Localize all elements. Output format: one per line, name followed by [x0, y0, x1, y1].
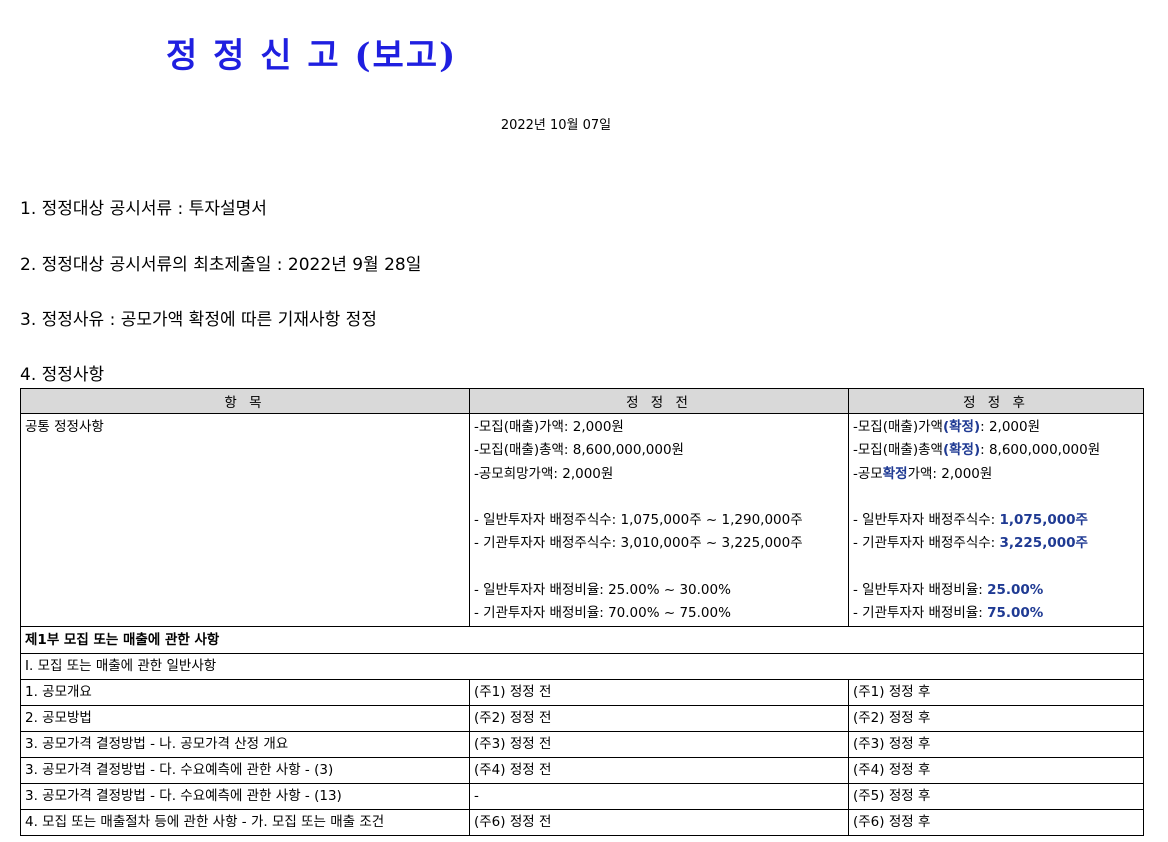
common-before-cell: -모집(매출)가액: 2,000원 -모집(매출)총액: 8,600,000,0…: [469, 413, 849, 627]
row-after: (주2) 정정 후: [848, 704, 1144, 732]
after-line: -모집(매출)가액(확정): 2,000원: [853, 419, 1041, 435]
item-revision-details: 4. 정정사항: [20, 365, 105, 385]
table-row: 3. 공모가격 결정방법 - 다. 수요예측에 관한 사항 - (13) - (…: [20, 782, 1144, 810]
report-date: 2022년 10월 07일: [500, 118, 612, 133]
row-item: 2. 공모방법: [20, 704, 470, 732]
after-line: - 일반투자자 배정비율: 25.00%: [853, 582, 1044, 599]
common-revision-row: 공통 정정사항 -모집(매출)가액: 2,000원 -모집(매출)총액: 8,6…: [20, 413, 1144, 627]
before-line: -모집(매출)가액: 2,000원: [474, 419, 624, 435]
row-before: -: [469, 782, 849, 810]
common-after-cell: -모집(매출)가액(확정): 2,000원 -모집(매출)총액(확정): 8,6…: [848, 413, 1144, 627]
before-line: -모집(매출)총액: 8,600,000,000원: [474, 442, 684, 459]
row-before: (주3) 정정 전: [469, 730, 849, 758]
before-line: - 기관투자자 배정주식수: 3,010,000주 ~ 3,225,000주: [474, 535, 803, 552]
section-row: 제1부 모집 또는 매출에 관한 사항: [20, 625, 1144, 654]
header-before: 정 정 전: [469, 388, 849, 414]
subsection-title: I. 모집 또는 매출에 관한 일반사항: [20, 652, 1144, 680]
after-line: -공모확정가액: 2,000원: [853, 465, 993, 482]
row-after: (주1) 정정 후: [848, 678, 1144, 706]
item-revision-reason: 3. 정정사유 : 공모가액 확정에 따른 기재사항 정정: [20, 310, 377, 330]
before-line: - 일반투자자 배정주식수: 1,075,000주 ~ 1,290,000주: [474, 512, 803, 529]
row-item: 3. 공모가격 결정방법 - 나. 공모가격 산정 개요: [20, 730, 470, 758]
row-after: (주4) 정정 후: [848, 756, 1144, 784]
before-line: - 일반투자자 배정비율: 25.00% ~ 30.00%: [474, 582, 731, 599]
after-line: -모집(매출)총액(확정): 8,600,000,000원: [853, 442, 1101, 459]
page-title: 정 정 신 고 (보고): [166, 36, 458, 76]
row-before: (주4) 정정 전: [469, 756, 849, 784]
table-row: 4. 모집 또는 매출절차 등에 관한 사항 - 가. 모집 또는 매출 조건 …: [20, 808, 1144, 836]
common-label: 공통 정정사항: [25, 419, 104, 435]
table-row: 1. 공모개요 (주1) 정정 전 (주1) 정정 후: [20, 678, 1144, 706]
section-title: 제1부 모집 또는 매출에 관한 사항: [20, 625, 1144, 654]
subsection-row: I. 모집 또는 매출에 관한 일반사항: [20, 652, 1144, 680]
row-item: 3. 공모가격 결정방법 - 다. 수요예측에 관한 사항 - (3): [20, 756, 470, 784]
before-line: - 기관투자자 배정비율: 70.00% ~ 75.00%: [474, 605, 731, 622]
row-before: (주6) 정정 전: [469, 808, 849, 836]
row-after: (주6) 정정 후: [848, 808, 1144, 836]
row-after: (주5) 정정 후: [848, 782, 1144, 810]
row-after: (주3) 정정 후: [848, 730, 1144, 758]
table-row: 2. 공모방법 (주2) 정정 전 (주2) 정정 후: [20, 704, 1144, 732]
revision-table: 항 목 정 정 전 정 정 후 공통 정정사항 -모집(매출)가액: 2,000…: [20, 388, 1144, 836]
header-item: 항 목: [20, 388, 470, 414]
row-item: 1. 공모개요: [20, 678, 470, 706]
row-item: 3. 공모가격 결정방법 - 다. 수요예측에 관한 사항 - (13): [20, 782, 470, 810]
after-line: - 기관투자자 배정비율: 75.00%: [853, 605, 1044, 622]
after-line: - 일반투자자 배정주식수: 1,075,000주: [853, 512, 1088, 529]
table-row: 3. 공모가격 결정방법 - 다. 수요예측에 관한 사항 - (3) (주4)…: [20, 756, 1144, 784]
header-after: 정 정 후: [848, 388, 1144, 414]
table-header-row: 항 목 정 정 전 정 정 후: [20, 388, 1144, 414]
item-target-document: 1. 정정대상 공시서류 : 투자설명서: [20, 199, 267, 219]
before-line: -공모희망가액: 2,000원: [474, 465, 614, 482]
table-row: 3. 공모가격 결정방법 - 나. 공모가격 산정 개요 (주3) 정정 전 (…: [20, 730, 1144, 758]
row-item: 4. 모집 또는 매출절차 등에 관한 사항 - 가. 모집 또는 매출 조건: [20, 808, 470, 836]
after-line: - 기관투자자 배정주식수: 3,225,000주: [853, 535, 1088, 552]
row-before: (주1) 정정 전: [469, 678, 849, 706]
row-before: (주2) 정정 전: [469, 704, 849, 732]
item-first-submission-date: 2. 정정대상 공시서류의 최초제출일 : 2022년 9월 28일: [20, 255, 422, 275]
